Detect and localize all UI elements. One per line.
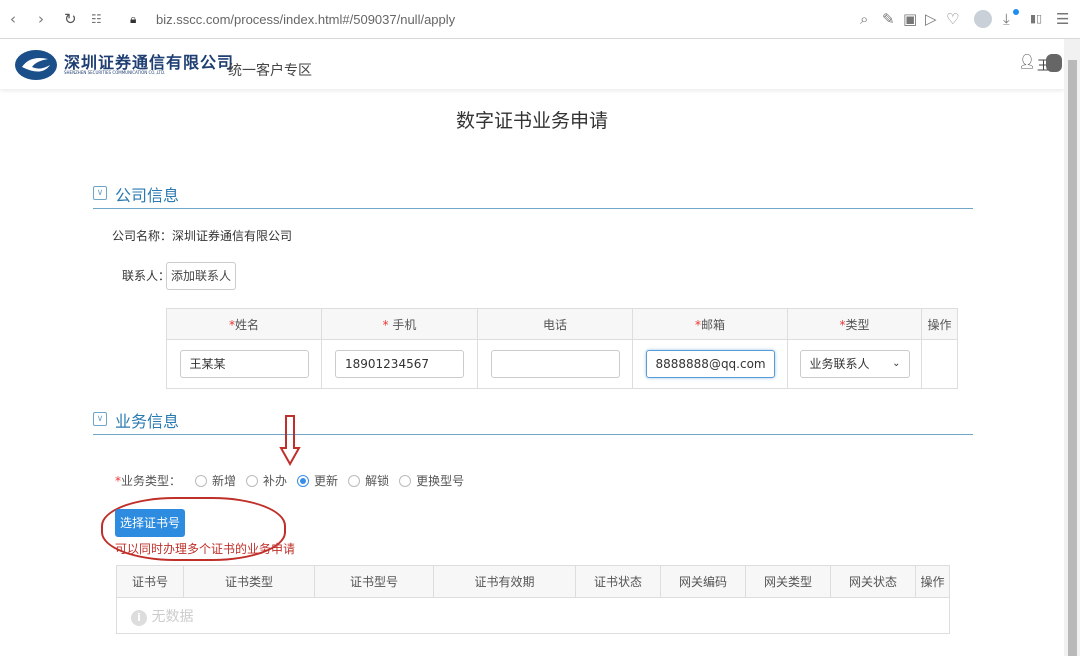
col-action: 操作 [921, 308, 958, 340]
col-email: *邮箱 [632, 308, 788, 340]
heart-icon[interactable]: ♡ [946, 10, 959, 28]
action-cell [921, 339, 958, 389]
email-input[interactable]: 8888888@qq.com [645, 350, 775, 378]
portal-name: 统一客户专区 [228, 63, 312, 79]
menu-icon[interactable]: ☰ [1056, 10, 1069, 28]
table-header-row: *姓名 * 手机 电话 *邮箱 *类型 操作 [166, 308, 958, 340]
zoom-icon[interactable]: ⌕ [860, 10, 868, 28]
page-title: 数字证书业务申请 [455, 110, 608, 132]
radio-reissue[interactable]: 补办 [246, 472, 287, 489]
scrollbar-thumb[interactable] [1068, 60, 1077, 656]
battery-icon[interactable]: ▮▯ [1030, 12, 1042, 25]
col-action: 操作 [915, 565, 950, 598]
select-cert-button[interactable]: 选择证书号 [115, 509, 185, 537]
profile-avatar[interactable] [974, 10, 992, 28]
col-mobile: * 手机 [321, 308, 478, 340]
name-input[interactable]: 王某某 [179, 350, 309, 378]
address-bar[interactable]: biz.sscc.com/process/index.html#/509037/… [156, 12, 455, 27]
section-divider [93, 208, 973, 209]
apps-icon[interactable]: ☷ [91, 12, 102, 26]
forward-icon[interactable]: › [38, 10, 44, 28]
reload-icon[interactable]: ↻ [64, 10, 77, 28]
section-title-business: 业务信息 [115, 412, 180, 431]
add-contact-button[interactable]: 添加联系人 [166, 262, 236, 290]
company-name-row: 公司名称：深圳证券通信有限公司 [112, 227, 292, 244]
back-icon[interactable]: ‹ [10, 10, 16, 28]
certificates-table: 证书号 证书类型 证书型号 证书有效期 证书状态 网关编码 网关类型 网关状态 … [116, 565, 950, 634]
user-icon: 👤︎ [1018, 54, 1036, 70]
type-select[interactable]: 业务联系人 ⌄ [799, 350, 910, 378]
table-row: 王某某 18901234567 8888888@qq.com 业务联系人 ⌄ [166, 339, 958, 389]
browser-toolbar: ‹ › ↻ ☷ 🔒︎ biz.sscc.com/process/index.ht… [0, 0, 1080, 39]
col-cert-model: 证书型号 [314, 565, 434, 598]
section-divider [93, 434, 973, 435]
company-name-label: 公司名称： [112, 229, 173, 243]
send-icon[interactable]: ▷ [925, 10, 937, 28]
name-redaction [1046, 54, 1062, 72]
info-icon: i [131, 609, 147, 626]
col-name: *姓名 [166, 308, 322, 340]
collapse-icon[interactable]: ∨ [93, 186, 107, 200]
col-gateway-code: 网关编码 [660, 565, 746, 598]
company-name-value: 深圳证券通信有限公司 [172, 229, 293, 243]
annotation-arrow [279, 415, 301, 466]
empty-text: 无数据 [151, 608, 194, 625]
table-header-row: 证书号 证书类型 证书型号 证书有效期 证书状态 网关编码 网关类型 网关状态 … [116, 565, 950, 598]
lock-icon: 🔒︎ [130, 12, 137, 26]
mobile-input[interactable]: 18901234567 [335, 350, 464, 378]
site-header: 深圳证券通信有限公司 SHENZHEN SECURITIES COMMUNICA… [0, 39, 1064, 89]
col-cert-status: 证书状态 [575, 565, 661, 598]
camera-icon[interactable]: ▣ [903, 10, 917, 28]
contact-label: 联系人： [122, 269, 171, 283]
section-title-company: 公司信息 [115, 186, 180, 205]
phone-input[interactable] [490, 350, 620, 378]
edit-icon[interactable]: ✎ [882, 10, 895, 28]
chevron-down-icon: ⌄ [892, 358, 901, 369]
company-logo [15, 50, 57, 80]
collapse-icon[interactable]: ∨ [93, 412, 107, 426]
radio-new[interactable]: 新增 [195, 472, 236, 489]
col-cert-type: 证书类型 [183, 565, 315, 598]
col-gateway-status: 网关状态 [830, 565, 916, 598]
empty-row: i 无数据 [116, 597, 950, 634]
hint-text: 可以同时办理多个证书的业务申请 [115, 542, 296, 556]
col-cert-no: 证书号 [116, 565, 184, 598]
business-type-label: *业务类型： [115, 474, 182, 488]
business-type-group: *业务类型： 新增 补办 更新 解锁 更换型号 [115, 472, 474, 489]
col-phone: 电话 [477, 308, 633, 340]
contacts-table: *姓名 * 手机 电话 *邮箱 *类型 操作 王某某 18901234567 8… [166, 308, 958, 389]
col-type: *类型 [787, 308, 922, 340]
col-cert-validity: 证书有效期 [433, 565, 576, 598]
download-badge [1013, 9, 1019, 15]
radio-renew[interactable]: 更新 [297, 472, 338, 489]
radio-unlock[interactable]: 解锁 [348, 472, 389, 489]
col-gateway-type: 网关类型 [745, 565, 831, 598]
download-icon[interactable]: ⤓ [1003, 10, 1010, 28]
company-name-en: SHENZHEN SECURITIES COMMUNICATION CO.,LT… [64, 70, 166, 75]
radio-change-model[interactable]: 更换型号 [399, 472, 464, 489]
